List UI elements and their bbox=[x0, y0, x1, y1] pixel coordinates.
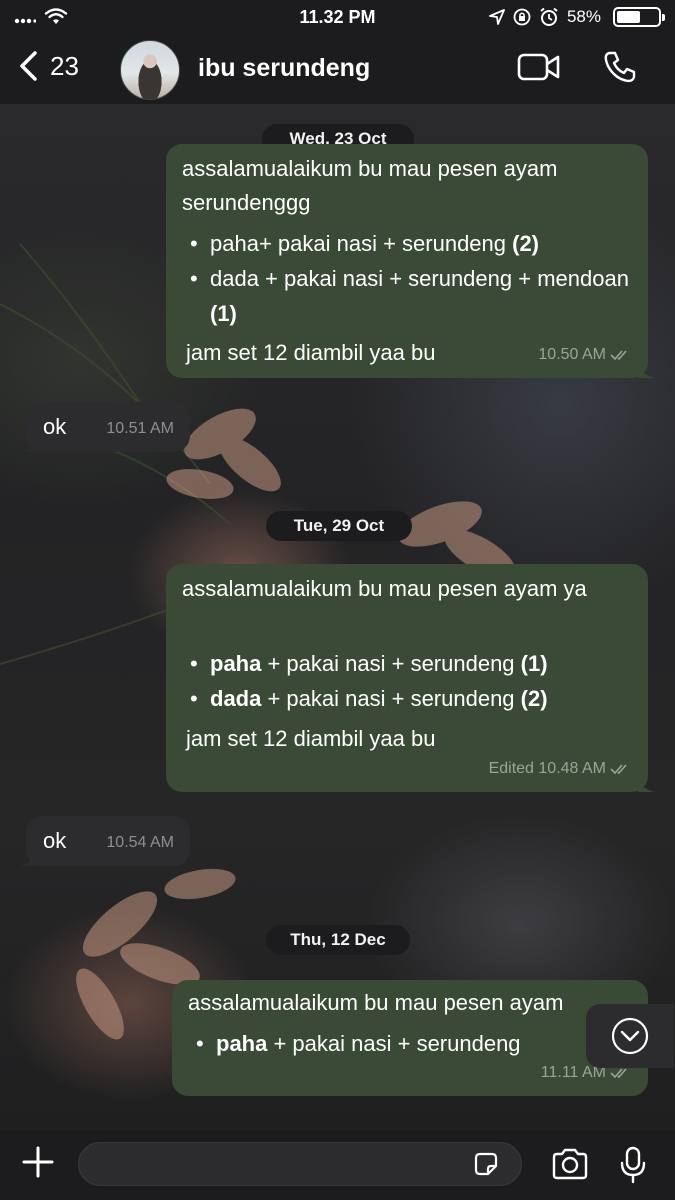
bubble-tail bbox=[638, 360, 656, 378]
contact-name[interactable]: ibu serundeng bbox=[198, 54, 370, 83]
message-text: ok bbox=[43, 414, 67, 439]
message-meta: 10.50 AM bbox=[538, 338, 632, 372]
battery-icon bbox=[613, 7, 665, 27]
message-text: assalamualaikum bu mau pesen ayam bbox=[188, 990, 564, 1015]
double-check-icon bbox=[610, 350, 627, 361]
phone-icon[interactable] bbox=[603, 50, 637, 84]
incoming-message[interactable]: ok 10.54 AM bbox=[18, 816, 190, 866]
date-chip: Thu, 12 Dec bbox=[266, 925, 410, 955]
list-item: paha + pakai nasi + serundeng (1) bbox=[190, 646, 636, 681]
back-button[interactable]: 23 bbox=[18, 50, 79, 82]
mic-icon[interactable] bbox=[620, 1146, 646, 1184]
avatar[interactable] bbox=[120, 40, 180, 100]
scroll-to-bottom-button[interactable] bbox=[586, 1004, 674, 1068]
message-text: assalamualaikum bu mau pesen ayam serund… bbox=[182, 156, 558, 215]
chat-header: 23 ibu serundeng bbox=[0, 36, 675, 104]
order-list: paha + pakai nasi + serundeng (1) dada +… bbox=[166, 646, 636, 716]
double-check-icon bbox=[610, 764, 627, 775]
battery-percent: 58% bbox=[566, 7, 601, 26]
message-text: assalamualaikum bu mau pesen ayam ya bbox=[182, 576, 587, 601]
chevron-down-icon bbox=[611, 1017, 649, 1055]
message-time: 10.54 AM bbox=[106, 834, 174, 851]
message-input-bar bbox=[0, 1130, 675, 1200]
list-item: dada + pakai nasi + serundeng (2) bbox=[190, 681, 636, 716]
message-input[interactable] bbox=[78, 1142, 522, 1186]
order-list: paha+ pakai nasi + serundeng (2) dada + … bbox=[166, 226, 636, 331]
sticker-icon[interactable] bbox=[472, 1150, 500, 1178]
date-chip: Tue, 29 Oct bbox=[266, 511, 412, 541]
message-time: 10.50 AM bbox=[538, 346, 606, 363]
outgoing-message[interactable]: assalamualaikum bu mau pesen ayam ya pah… bbox=[166, 564, 656, 792]
back-chevron-icon bbox=[20, 51, 37, 81]
list-item: paha+ pakai nasi + serundeng (2) bbox=[190, 226, 636, 261]
bubble-tail bbox=[18, 848, 36, 866]
battery-fill bbox=[617, 11, 641, 23]
status-bar: 11.32 PM 58% bbox=[0, 0, 675, 36]
location-icon bbox=[489, 9, 505, 25]
message-meta: Edited 10.48 AM bbox=[489, 752, 632, 786]
message-time: 10.51 AM bbox=[106, 420, 174, 437]
outgoing-message[interactable]: assalamualaikum bu mau pesen ayam serund… bbox=[166, 144, 656, 378]
lock-rotation-icon bbox=[513, 8, 531, 26]
message-footer: jam set 12 diambil yaa bu bbox=[186, 340, 436, 365]
incoming-message[interactable]: ok 10.51 AM bbox=[18, 402, 190, 452]
alarm-icon bbox=[540, 7, 558, 26]
message-time: Edited 10.48 AM bbox=[488, 760, 606, 777]
message-text: ok bbox=[43, 828, 67, 853]
bubble-tail bbox=[638, 774, 656, 792]
bubble-tail bbox=[18, 434, 36, 452]
list-item: dada + pakai nasi + serundeng + mendoan … bbox=[190, 261, 636, 331]
camera-icon[interactable] bbox=[551, 1148, 589, 1180]
outgoing-message[interactable]: assalamualaikum bu mau pesen ayam paha +… bbox=[172, 980, 648, 1096]
double-check-icon bbox=[610, 1068, 627, 1079]
plus-icon[interactable] bbox=[20, 1144, 56, 1180]
message-footer: jam set 12 diambil yaa bu bbox=[186, 726, 436, 751]
video-call-icon[interactable] bbox=[517, 52, 561, 82]
unread-count: 23 bbox=[50, 50, 79, 81]
